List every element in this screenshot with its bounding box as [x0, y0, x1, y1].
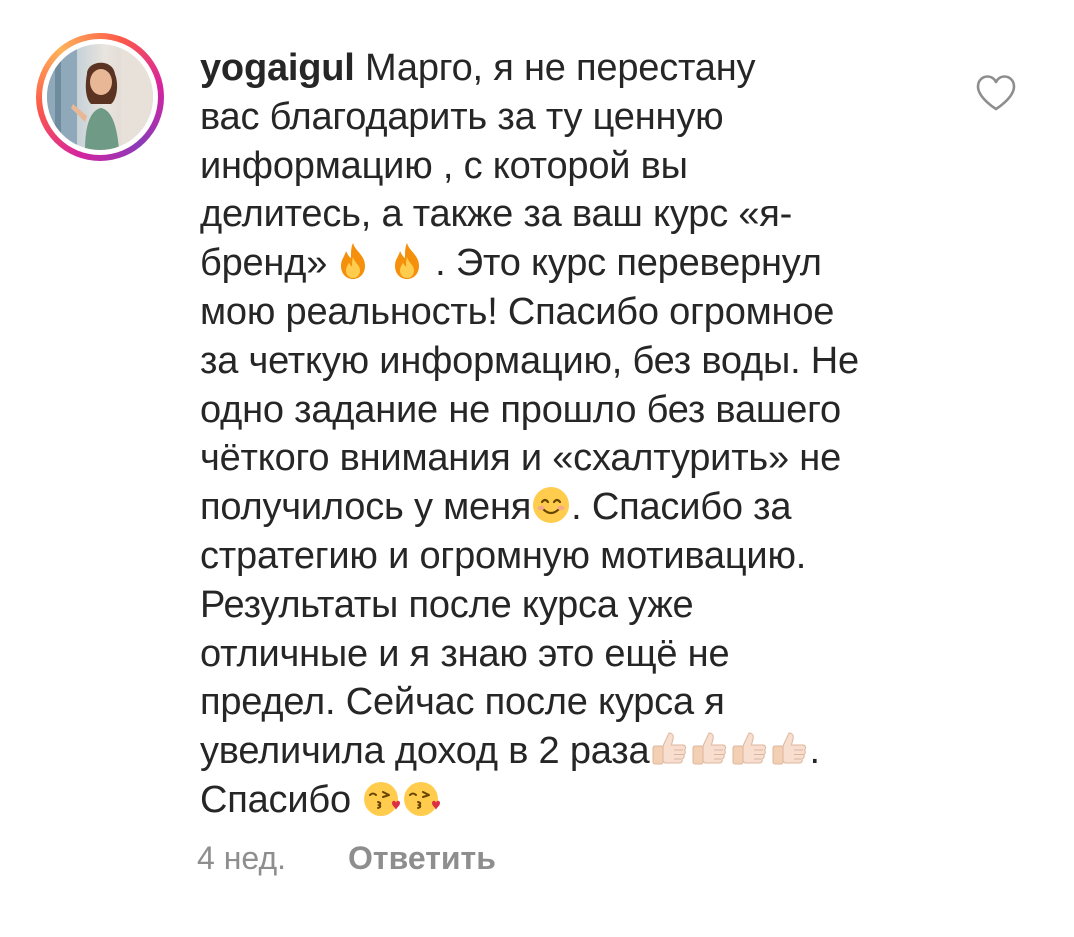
comment-body: yogaigul Марго, я не перестану вас благо… [200, 44, 960, 825]
comment-line: увеличила доход в 2 раза. [200, 727, 960, 776]
avatar-photo-icon [47, 44, 153, 150]
comment-text: . Спасибо за [571, 486, 792, 529]
comment-text: предел. Сейчас после курса я [200, 681, 725, 724]
comment-timestamp: 4 нед. [197, 840, 287, 876]
comment-text: мою реальность! Спасибо огромное [200, 290, 835, 333]
comment-text: . [809, 730, 820, 773]
thumbs-up-emoji-icon [769, 729, 809, 769]
reply-button[interactable]: Ответить [348, 840, 496, 877]
comment-line: Спасибо [200, 776, 960, 825]
comment: yogaigul Марго, я не перестану вас благо… [0, 0, 1074, 937]
fire-emoji-icon [387, 241, 427, 281]
comment-text: делитесь, а также за ваш курс «я- [200, 193, 793, 236]
comment-text: получилось у меня [200, 486, 532, 529]
comment-username[interactable]: yogaigul [200, 47, 355, 89]
comment-text: стратегию и огромную мотивацию. [200, 534, 807, 577]
comment-text: увеличила доход в 2 раза [200, 730, 650, 773]
comment-text: . Это курс перевернул [435, 242, 822, 285]
avatar[interactable] [47, 44, 153, 150]
comment-text: чёткого внимания и «схалтурить» не [200, 437, 842, 480]
comment-text: отличные и я знаю это ещё не [200, 632, 730, 675]
comment-meta: 4 нед. Ответить [197, 840, 496, 877]
comment-text: вас благодарить за ту ценную [200, 95, 724, 138]
comment-text: за четкую информацию, без воды. Не [200, 339, 859, 382]
thumbs-up-emoji-icon [729, 729, 769, 769]
comment-text: одно задание не прошло без вашего [200, 388, 841, 431]
face-blowing-kiss-emoji-icon [361, 778, 401, 818]
comment-line: yogaigul Марго, я не перестану [200, 44, 960, 93]
face-blowing-kiss-emoji-icon [401, 778, 441, 818]
comment-line: получилось у меня . Спасибо за [200, 483, 960, 532]
avatar-ring-gap [42, 39, 158, 155]
heart-outline-icon[interactable] [975, 73, 1017, 113]
smiling-face-emoji-icon [531, 485, 571, 525]
comment-text: информацию , с которой вы [200, 144, 688, 187]
comment-text: бренд» [200, 242, 328, 285]
thumbs-up-emoji-icon [689, 729, 729, 769]
comment-text: Спасибо [200, 778, 351, 821]
thumbs-up-emoji-icon [649, 729, 689, 769]
comment-text: Результаты после курса уже [200, 583, 694, 626]
fire-emoji-icon [333, 241, 373, 281]
avatar-story-ring[interactable] [36, 33, 164, 161]
comment-line: бренд» . Это курс перевернул [200, 239, 960, 288]
comment-text: Марго, я не перестану [365, 47, 756, 89]
